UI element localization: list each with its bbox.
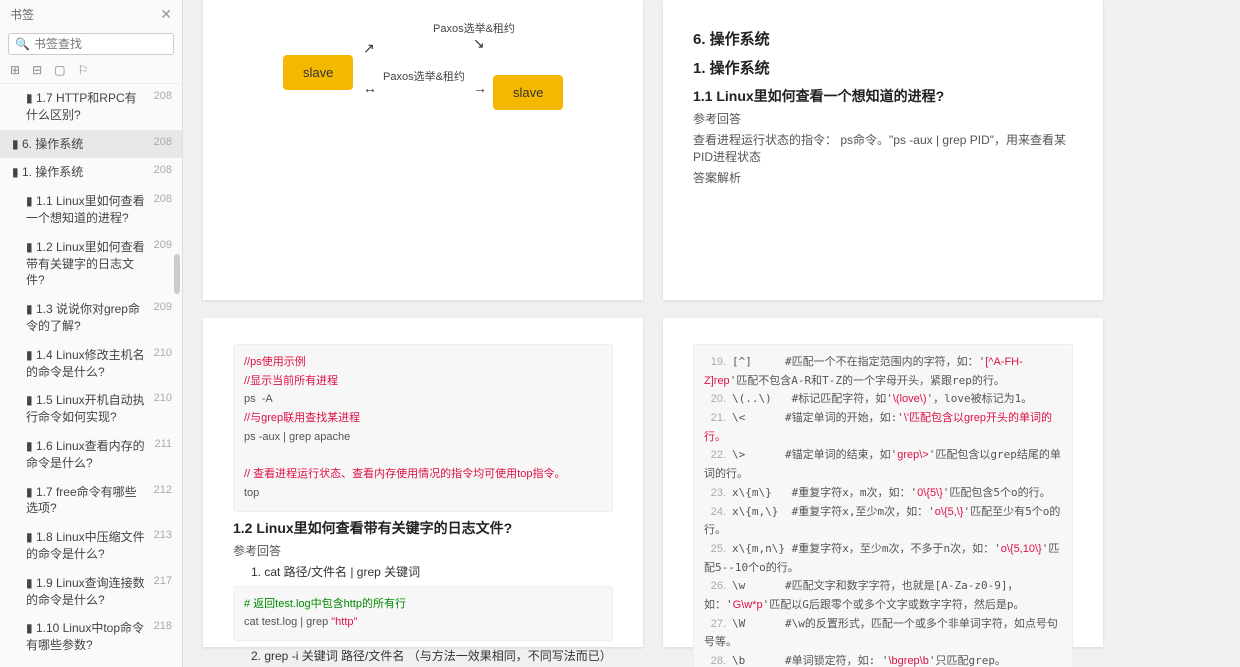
scrollbar-thumb[interactable] [174,254,180,294]
slave-node: slave [493,75,563,110]
toc-label: ▮ 1.3 说说你对grep命令的了解? [26,301,148,335]
chapter-heading: 6. 操作系统 [693,28,1073,49]
page-left-top: Paxos选举&租约 slave Paxos选举&租约 slave ↗ ↘ ↔ … [203,0,643,300]
toc-item[interactable]: ▮ 1.6 Linux查看内存的命令是什么? 211 [0,432,182,478]
sidebar-title: 书签 [10,6,34,23]
expand-icon[interactable]: ⊞ [10,63,20,77]
toc-item[interactable]: ▮ 1.8 Linux中压缩文件的命令是什么? 213 [0,523,182,569]
toc-page: 211 [154,438,172,450]
diagram-edge-label: Paxos选举&租约 [383,68,465,84]
analysis-label: 答案解析 [693,169,1073,186]
toc-item[interactable]: ▮ 1. 操作系统 208 [0,158,182,187]
search-box[interactable]: 🔍 [8,33,174,55]
search-icon: 🔍 [15,37,30,51]
toc-page: 208 [154,136,172,148]
arrow-icon: ↘ [473,35,485,52]
toc-label: ▮ 1.10 Linux中top命令有哪些参数? [26,620,148,654]
page-right-bottom: 19.[^] #匹配一个不在指定范围内的字符，如：'[^A-FH-Z]rep'匹… [663,318,1103,647]
right-column: 6. 操作系统 1. 操作系统 1.1 Linux里如何查看一个想知道的进程? … [663,0,1103,647]
toc-item[interactable]: ▮ 1.11 Linux中，如何通过端口查进程，如何通过进程查端口?219 [0,660,182,667]
collapse-icon[interactable]: ⊟ [32,63,42,77]
toc-label: ▮ 1.7 free命令有哪些选项? [26,484,148,518]
section-heading: 1.2 Linux里如何查看带有关键字的日志文件? [233,518,613,538]
list-item: 1. cat 路径/文件名 | grep 关键词 [251,563,613,580]
toc-page: 208 [154,164,172,176]
toc-item[interactable]: ▮ 1.7 free命令有哪些选项? 212 [0,478,182,524]
bookmarks-sidebar: 书签 ✕ 🔍 ⊞ ⊟ ▢ ⚐ ▮ 1.7 HTTP和RPC有什么区别?208▮ … [0,0,183,667]
toc-page: 218 [154,620,172,632]
left-column: Paxos选举&租约 slave Paxos选举&租约 slave ↗ ↘ ↔ … [203,0,643,647]
content-area[interactable]: Paxos选举&租约 slave Paxos选举&租约 slave ↗ ↘ ↔ … [183,0,1240,667]
subsection-heading: 1.1 Linux里如何查看一个想知道的进程? [693,86,1073,106]
toc-label: ▮ 1.1 Linux里如何查看一个想知道的进程? [26,193,148,227]
sidebar-toolbar: ⊞ ⊟ ▢ ⚐ [0,59,182,84]
toc-label: ▮ 1.5 Linux开机自动执行命令如何实现? [26,392,148,426]
toc-item[interactable]: ▮ 6. 操作系统 208 [0,130,182,159]
toc-item[interactable]: ▮ 1.10 Linux中top命令有哪些参数? 218 [0,614,182,660]
toc-label: ▮ 1.6 Linux查看内存的命令是什么? [26,438,148,472]
toc-label: ▮ 1.8 Linux中压缩文件的命令是什么? [26,529,148,563]
page-left-bottom: //ps使用示例 //显示当前所有进程 ps -A //与grep联用查找某进程… [203,318,643,647]
toc-page: 212 [154,484,172,496]
toc-page: 213 [154,529,172,541]
code-block: 19.[^] #匹配一个不在指定范围内的字符，如：'[^A-FH-Z]rep'匹… [693,344,1073,667]
toc-item[interactable]: ▮ 1.9 Linux查询连接数的命令是什么? 217 [0,569,182,615]
toc-label: ▮ 1.4 Linux修改主机名的命令是什么? [26,347,148,381]
toc-page: 217 [154,575,172,587]
list-item: 2. grep -i 关键词 路径/文件名 （与方法一效果相同，不同写法而已） [251,647,613,664]
app-root: 书签 ✕ 🔍 ⊞ ⊟ ▢ ⚐ ▮ 1.7 HTTP和RPC有什么区别?208▮ … [0,0,1240,667]
arrow-icon: ↗ [363,40,375,57]
toc-item[interactable]: ▮ 1.4 Linux修改主机名的命令是什么? 210 [0,341,182,387]
toc-item[interactable]: ▮ 1.2 Linux里如何查看带有关键字的日志文件? 209 [0,233,182,295]
toc-label: ▮ 1.7 HTTP和RPC有什么区别? [26,90,148,124]
toc-label: ▮ 1. 操作系统 [12,164,148,181]
toc-page: 208 [154,193,172,205]
answer-label: 参考回答 [693,110,1073,127]
sidebar-header: 书签 ✕ [0,0,182,29]
search-input[interactable] [34,37,189,51]
toc-page: 209 [154,301,172,313]
toc-list[interactable]: ▮ 1.7 HTTP和RPC有什么区别?208▮ 6. 操作系统208▮ 1. … [0,84,182,667]
toc-page: 208 [154,90,172,102]
toc-page: 210 [154,347,172,359]
bookmark-icon[interactable]: ▢ [54,63,65,77]
toc-item[interactable]: ▮ 1.5 Linux开机自动执行命令如何实现? 210 [0,386,182,432]
code-block: //ps使用示例 //显示当前所有进程 ps -A //与grep联用查找某进程… [233,344,613,512]
close-icon[interactable]: ✕ [160,6,172,23]
flag-icon[interactable]: ⚐ [77,63,88,77]
toc-page: 210 [154,392,172,404]
toc-item[interactable]: ▮ 1.1 Linux里如何查看一个想知道的进程? 208 [0,187,182,233]
toc-page: 209 [154,239,172,251]
code-block: # 返回test.log中包含http的所有行 cat test.log | g… [233,586,613,641]
diagram-edge-label: Paxos选举&租约 [433,20,515,36]
toc-label: ▮ 1.2 Linux里如何查看带有关键字的日志文件? [26,239,148,289]
toc-item[interactable]: ▮ 1.7 HTTP和RPC有什么区别? 208 [0,84,182,130]
arrow-icon: ↔ [363,80,377,96]
arrow-icon: → [473,80,487,96]
paragraph: 查看进程运行状态的指令： ps命令。"ps -aux | grep PID"，用… [693,131,1073,165]
page-right-top: 6. 操作系统 1. 操作系统 1.1 Linux里如何查看一个想知道的进程? … [663,0,1103,300]
search-wrap: 🔍 [0,29,182,59]
section-heading: 1. 操作系统 [693,57,1073,78]
toc-label: ▮ 1.9 Linux查询连接数的命令是什么? [26,575,148,609]
toc-label: ▮ 6. 操作系统 [12,136,148,153]
toc-item[interactable]: ▮ 1.3 说说你对grep命令的了解? 209 [0,295,182,341]
slave-node: slave [283,55,353,90]
paxos-diagram: Paxos选举&租约 slave Paxos选举&租约 slave ↗ ↘ ↔ … [233,20,613,150]
answer-label: 参考回答 [233,542,613,559]
